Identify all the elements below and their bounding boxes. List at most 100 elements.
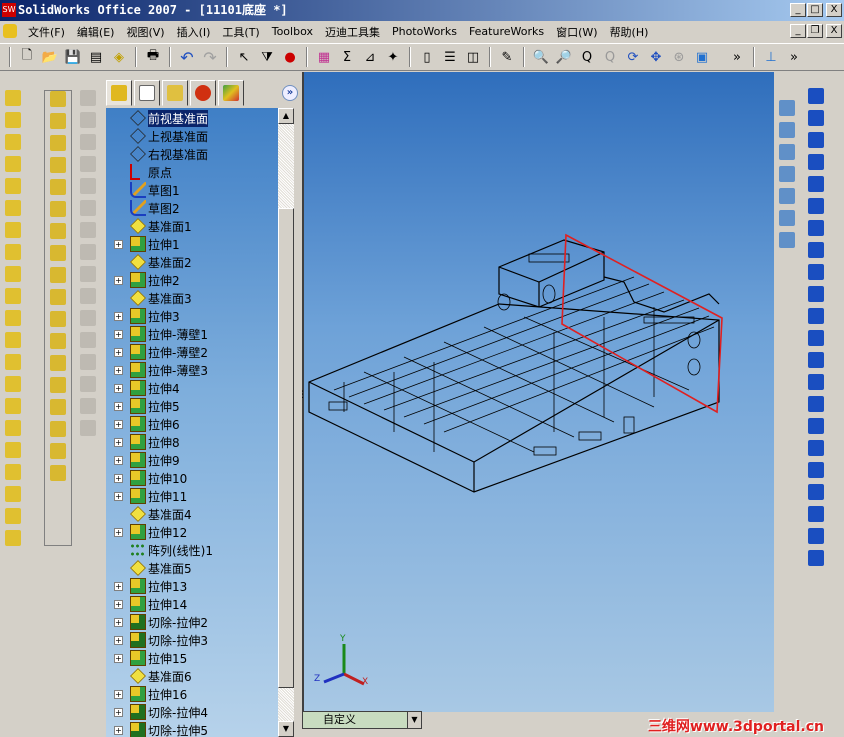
scroll-up-button[interactable]: ▲: [278, 108, 294, 124]
expand-toggle[interactable]: +: [114, 617, 123, 627]
tree-item[interactable]: 右视基准面: [106, 145, 278, 163]
centerline-icon[interactable]: [808, 264, 824, 280]
doc-restore-button[interactable]: ❐: [807, 24, 823, 38]
expand-toggle[interactable]: +: [114, 707, 123, 717]
tree-item[interactable]: + 拉伸6: [106, 415, 278, 433]
tree-item[interactable]: 草图2: [106, 199, 278, 217]
dome-icon[interactable]: [5, 530, 21, 546]
circular-pattern-icon[interactable]: [5, 398, 21, 414]
deform-icon[interactable]: [50, 223, 66, 239]
sketch-fillet-icon[interactable]: [808, 242, 824, 258]
copy-entities-icon[interactable]: [808, 506, 824, 522]
expand-toggle[interactable]: +: [114, 599, 123, 609]
linear-pattern-sketch-icon[interactable]: [808, 440, 824, 456]
tree-item[interactable]: 基准面6: [106, 667, 278, 685]
menu-item[interactable]: 视图(V): [120, 24, 170, 40]
tree-item[interactable]: + 拉伸12: [106, 523, 278, 541]
view-layout-icon[interactable]: ▯: [417, 47, 437, 67]
spline-icon[interactable]: [808, 286, 824, 302]
rotate-entities-icon[interactable]: [808, 528, 824, 544]
pan-icon[interactable]: ✥: [646, 47, 666, 67]
replace-face-icon[interactable]: [80, 266, 96, 282]
expand-toggle[interactable]: +: [114, 311, 123, 321]
make-assembly-icon[interactable]: ◈: [109, 47, 129, 67]
menu-item[interactable]: 文件(F): [22, 24, 71, 40]
boundary-icon[interactable]: [5, 200, 21, 216]
draft-2-icon[interactable]: [80, 112, 96, 128]
sketch-tool-icon[interactable]: ✎: [497, 47, 517, 67]
delete-face-icon[interactable]: [80, 244, 96, 260]
expand-toggle[interactable]: +: [114, 689, 123, 699]
chamfer-icon[interactable]: [50, 113, 66, 129]
expand-toggle[interactable]: +: [114, 635, 123, 645]
minimize-button[interactable]: _: [790, 3, 806, 17]
list-view-icon[interactable]: ☰: [440, 47, 460, 67]
expand-toggle[interactable]: +: [114, 383, 123, 393]
search-icon[interactable]: [779, 166, 795, 182]
menu-item[interactable]: 插入(I): [171, 24, 217, 40]
tree-item[interactable]: 基准面3: [106, 289, 278, 307]
file-explorer-icon[interactable]: [779, 144, 795, 160]
properties-icon[interactable]: ▤: [86, 47, 106, 67]
rib-icon[interactable]: [5, 442, 21, 458]
move-entities-icon[interactable]: [808, 484, 824, 500]
freeform-icon[interactable]: [80, 178, 96, 194]
circular-pattern-sketch-icon[interactable]: [808, 462, 824, 478]
zoom-in-out-icon[interactable]: Q: [577, 47, 597, 67]
insert-feature-icon[interactable]: [50, 377, 66, 393]
linear-pattern-icon[interactable]: [5, 354, 21, 370]
combo-dropdown-icon[interactable]: ▼: [407, 712, 421, 728]
tile-windows-icon[interactable]: ◫: [463, 47, 483, 67]
selection-filter-icon[interactable]: ⧩: [257, 47, 277, 67]
fillet-icon[interactable]: [5, 420, 21, 436]
tree-item[interactable]: 基准面5: [106, 559, 278, 577]
print-icon[interactable]: 🖶: [143, 47, 163, 67]
menu-item[interactable]: PhotoWorks: [386, 25, 463, 38]
appearances-icon[interactable]: [779, 210, 795, 226]
sketch-3d-icon[interactable]: [50, 333, 66, 349]
new-file-icon[interactable]: 🗋: [17, 47, 37, 67]
expand-toggle[interactable]: +: [114, 455, 123, 465]
tree-item[interactable]: + 拉伸10: [106, 469, 278, 487]
doc-close-button[interactable]: X: [826, 24, 842, 38]
curve-through-icon[interactable]: [80, 310, 96, 326]
scroll-down-button[interactable]: ▼: [278, 721, 294, 737]
thicken-icon[interactable]: [5, 178, 21, 194]
surface-icon[interactable]: [80, 420, 96, 436]
revolved-boss-icon[interactable]: [5, 112, 21, 128]
expand-toggle[interactable]: +: [114, 473, 123, 483]
fillet-2-icon[interactable]: [50, 91, 66, 107]
lofted-cut-icon[interactable]: [5, 288, 21, 304]
menu-item[interactable]: 工具(T): [216, 24, 265, 40]
flex-2-icon[interactable]: [80, 156, 96, 172]
menu-item[interactable]: 帮助(H): [604, 24, 655, 40]
revolved-cut-icon[interactable]: [5, 244, 21, 260]
split-line-icon[interactable]: [80, 288, 96, 304]
tree-item[interactable]: + 切除-拉伸3: [106, 631, 278, 649]
toolbar-overflow-2-icon[interactable]: »: [784, 47, 804, 67]
flex-icon[interactable]: [50, 245, 66, 261]
shape-icon[interactable]: [80, 200, 96, 216]
tree-item[interactable]: + 拉伸13: [106, 577, 278, 595]
mass-properties-icon[interactable]: ✦: [383, 47, 403, 67]
menu-item[interactable]: 迈迪工具集: [319, 24, 386, 40]
maximize-button[interactable]: □: [807, 3, 823, 17]
trim-icon[interactable]: [808, 352, 824, 368]
extend-icon[interactable]: [808, 374, 824, 390]
3d-sketch-icon[interactable]: [80, 398, 96, 414]
swept-boss-icon[interactable]: [5, 134, 21, 150]
select-pointer-icon[interactable]: ↖: [234, 47, 254, 67]
reference-axis-icon[interactable]: ⊥: [761, 47, 781, 67]
scale-entities-icon[interactable]: [808, 550, 824, 566]
rib-2-icon[interactable]: [50, 135, 66, 151]
shell-2-icon[interactable]: [50, 157, 66, 173]
tab-configurationmanager[interactable]: [162, 80, 188, 106]
tree-item[interactable]: + 拉伸14: [106, 595, 278, 613]
view-orientation-icon[interactable]: ▣: [692, 47, 712, 67]
extruded-boss-icon[interactable]: [5, 90, 21, 106]
tree-item[interactable]: + 拉伸11: [106, 487, 278, 505]
redo-icon[interactable]: ↷: [200, 47, 220, 67]
expand-toggle[interactable]: +: [114, 329, 123, 339]
scale-icon[interactable]: [50, 267, 66, 283]
rotate-view-icon[interactable]: ⟳: [623, 47, 643, 67]
